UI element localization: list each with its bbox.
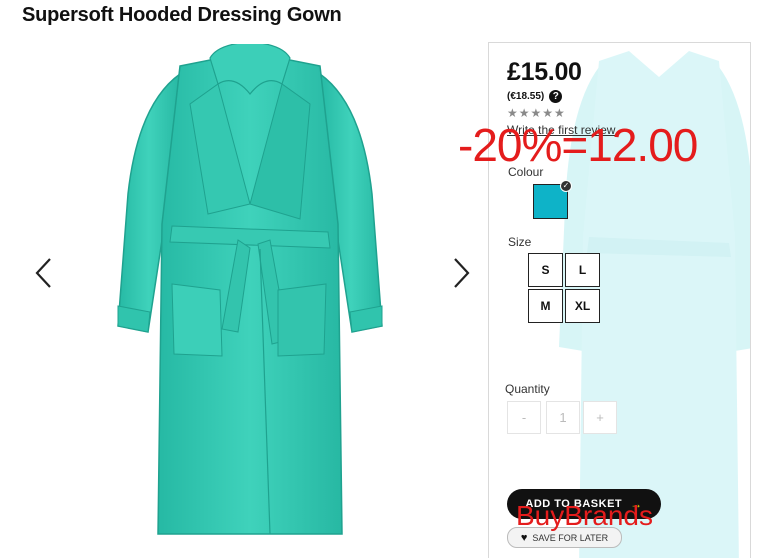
next-image-button[interactable]: [450, 256, 472, 290]
previous-image-button[interactable]: [33, 256, 55, 290]
discount-overlay-text: -20%=12.00: [458, 119, 698, 171]
quantity-input[interactable]: 1: [546, 401, 580, 434]
euro-price-text: (€18.55): [507, 91, 545, 102]
brand-overlay-text: BuyBrands: [516, 500, 653, 531]
chevron-right-icon: [454, 258, 470, 288]
colour-swatch-teal[interactable]: ✓: [533, 180, 572, 219]
size-option-l[interactable]: L: [565, 253, 600, 287]
chevron-left-icon: [35, 258, 51, 288]
rating-stars: ★★★★★: [507, 106, 566, 120]
size-option-xl[interactable]: XL: [565, 289, 600, 323]
selected-check-icon: ✓: [560, 180, 572, 192]
euro-price: (€18.55) ?: [507, 90, 563, 103]
size-option-s[interactable]: S: [528, 253, 563, 287]
heart-icon: ♥: [520, 531, 528, 544]
help-icon[interactable]: ?: [549, 90, 563, 103]
size-option-m[interactable]: M: [528, 289, 563, 323]
save-for-later-label: SAVE FOR LATER: [532, 532, 609, 543]
product-title: Supersoft Hooded Dressing Gown: [22, 4, 342, 26]
dressing-gown-image: [117, 44, 383, 535]
price: £15.00: [507, 58, 582, 86]
quantity-increase-button[interactable]: +: [583, 401, 617, 434]
quantity-decrease-button[interactable]: -: [507, 401, 541, 434]
quantity-label: Quantity: [505, 382, 550, 396]
size-label: Size: [508, 235, 532, 249]
